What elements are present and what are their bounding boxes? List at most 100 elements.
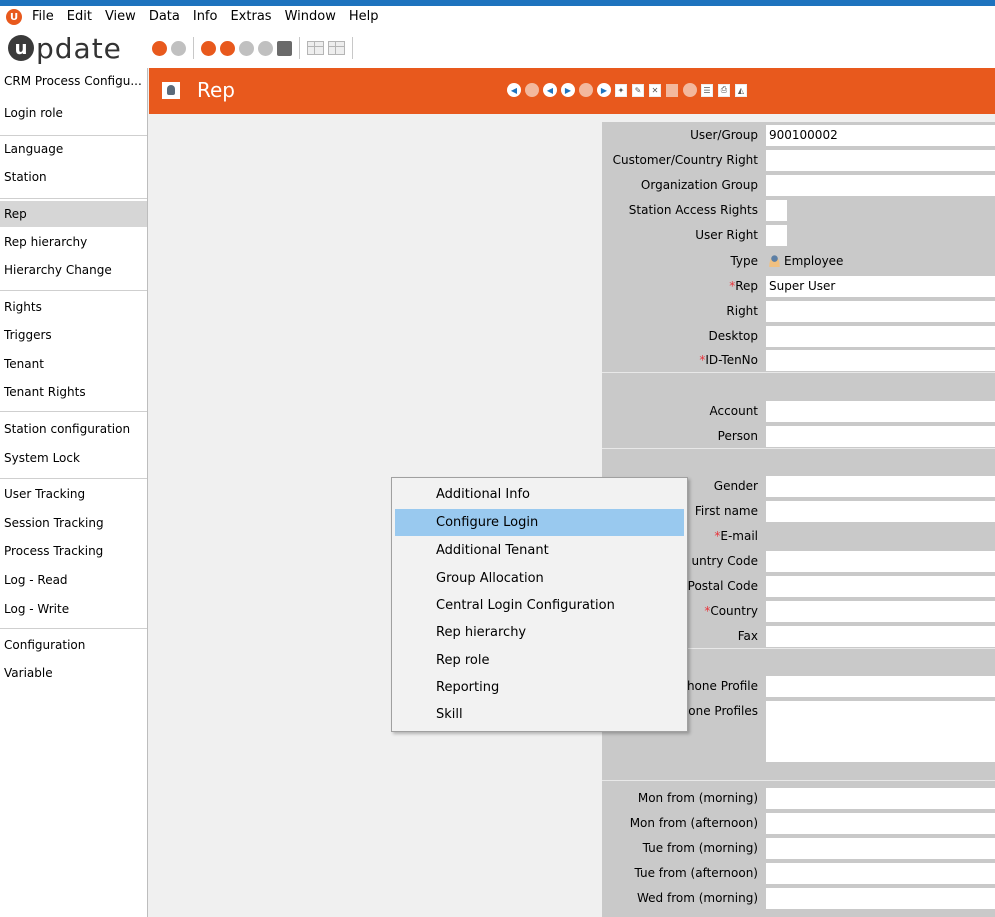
sidebar-item-tenant[interactable]: Tenant <box>0 351 147 377</box>
rep-user-icon <box>162 82 180 99</box>
country-code-input[interactable] <box>766 551 995 572</box>
menu-item-rep-hierarchy[interactable]: Rep hierarchy <box>395 619 684 646</box>
sidebar-item-language[interactable]: Language <box>0 136 147 162</box>
menu-help[interactable]: Help <box>343 6 386 28</box>
id-tenno-input[interactable] <box>766 350 995 371</box>
edit-record-icon[interactable]: ✎ <box>632 83 644 97</box>
desktop-input[interactable] <box>766 326 995 347</box>
next-page-icon[interactable]: ▶ <box>579 83 593 97</box>
prev-page-icon[interactable]: ◀ <box>525 83 539 97</box>
sidebar-item-rep[interactable]: Rep <box>0 201 147 227</box>
print-record-icon[interactable]: ⎙ <box>718 83 730 97</box>
fax-input[interactable] <box>766 626 995 647</box>
menu-item-additional-tenant[interactable]: Additional Tenant <box>395 537 684 564</box>
sidebar-item-variable[interactable]: Variable <box>0 660 147 686</box>
toolbar-separator <box>299 37 300 59</box>
menu-view[interactable]: View <box>99 6 143 28</box>
sidebar-item-configuration[interactable]: Configuration <box>0 632 147 658</box>
menu-edit[interactable]: Edit <box>61 6 99 28</box>
field-label: Wed from (morning) <box>637 891 758 905</box>
wed-morning-input[interactable] <box>766 888 995 909</box>
menu-item-rep-role[interactable]: Rep role <box>395 647 684 674</box>
sidebar-item-rep-hierarchy[interactable]: Rep hierarchy <box>0 229 147 255</box>
person-input[interactable] <box>766 426 995 447</box>
field-label: Tue from (afternoon) <box>634 866 759 880</box>
menu-file[interactable]: File <box>26 6 61 28</box>
print-icon[interactable] <box>277 40 292 56</box>
sidebar-item-tenant-rights[interactable]: Tenant Rights <box>0 379 147 405</box>
field-tue-morning: Tue from (morning) <box>602 837 995 859</box>
phone-profile-input[interactable] <box>766 676 995 697</box>
delete-record-icon[interactable]: ✕ <box>649 83 661 97</box>
sidebar-item-log-write[interactable]: Log - Write <box>0 596 147 622</box>
search-icon[interactable] <box>258 40 273 56</box>
field-label: User Right <box>695 228 758 242</box>
next-record-icon[interactable]: ▶ <box>561 83 575 97</box>
sidebar-item-hierarchy-change[interactable]: Hierarchy Change <box>0 257 147 283</box>
rep-input[interactable]: Super User <box>766 276 995 297</box>
menu-item-group-allocation[interactable]: Group Allocation <box>395 565 684 592</box>
first-record-icon[interactable]: ◀ <box>507 83 521 97</box>
sidebar-item-process-tracking[interactable]: Process Tracking <box>0 538 147 564</box>
mon-morning-input[interactable] <box>766 788 995 809</box>
save-record-icon[interactable]: ■ <box>666 83 678 97</box>
home-icon[interactable] <box>220 40 235 56</box>
postal-code-input[interactable] <box>766 576 995 597</box>
field-label: Mon from (morning) <box>637 791 758 805</box>
menu-item-configure-login[interactable]: Configure Login <box>395 509 684 536</box>
cancel-record-icon[interactable]: ● <box>683 83 697 97</box>
sidebar-item-station-configuration[interactable]: Station configuration <box>0 416 147 442</box>
prev-record-icon[interactable]: ◀ <box>543 83 557 97</box>
sidebar-item-log-read[interactable]: Log - Read <box>0 567 147 593</box>
menu-item-reporting[interactable]: Reporting <box>395 674 684 701</box>
customer-country-right-input[interactable] <box>766 150 995 171</box>
tue-afternoon-input[interactable] <box>766 863 995 884</box>
history-icon[interactable] <box>239 40 254 56</box>
sidebar-item-system-lock[interactable]: System Lock <box>0 445 147 471</box>
list-icon[interactable]: ☰ <box>701 83 713 97</box>
sidebar-item-station[interactable]: Station <box>0 164 147 190</box>
sidebar-item-rights[interactable]: Rights <box>0 294 147 320</box>
sidebar-item-login-role[interactable]: Login role <box>0 100 147 126</box>
menu-info[interactable]: Info <box>187 6 225 28</box>
mon-afternoon-input[interactable] <box>766 813 995 834</box>
new-record-icon[interactable]: ✦ <box>615 83 627 97</box>
menu-data[interactable]: Data <box>143 6 187 28</box>
sidebar-item-triggers[interactable]: Triggers <box>0 322 147 348</box>
form-section-divider <box>602 448 995 449</box>
refresh-icon[interactable] <box>201 40 216 56</box>
right-input[interactable] <box>766 301 995 322</box>
menu-extras[interactable]: Extras <box>224 6 278 28</box>
sidebar-item-user-tracking[interactable]: User Tracking <box>0 481 147 507</box>
user-group-input[interactable]: 900100002 <box>766 125 995 146</box>
field-mon-afternoon: Mon from (afternoon) <box>602 812 995 834</box>
menu-item-central-login-configuration[interactable]: Central Login Configuration <box>395 592 684 619</box>
organization-group-input[interactable] <box>766 175 995 196</box>
station-access-rights-checkbox[interactable] <box>766 200 787 221</box>
phone-profiles-textarea[interactable] <box>766 701 995 762</box>
tue-morning-input[interactable] <box>766 838 995 859</box>
field-id-tenno: *ID-TenNo <box>602 349 995 371</box>
back-icon[interactable] <box>152 40 167 56</box>
field-label: User/Group <box>690 128 758 142</box>
country-input[interactable] <box>766 601 995 622</box>
gender-input[interactable] <box>766 476 995 497</box>
field-label: Person <box>717 429 758 443</box>
last-record-icon[interactable]: ▶ <box>597 83 611 97</box>
forward-icon[interactable] <box>171 40 186 56</box>
sidebar-divider <box>0 411 147 412</box>
list-view-icon[interactable] <box>307 41 324 55</box>
sidebar-item-crm-process-config[interactable]: CRM Process Configu... <box>0 68 147 94</box>
type-value[interactable]: Employee <box>766 251 995 272</box>
email-field[interactable] <box>766 526 995 547</box>
menu-window[interactable]: Window <box>279 6 343 28</box>
split-view-icon[interactable] <box>328 41 345 55</box>
menu-item-additional-info[interactable]: Additional Info <box>395 481 684 508</box>
sidebar-item-session-tracking[interactable]: Session Tracking <box>0 510 147 536</box>
export-icon[interactable]: ◭ <box>735 83 747 97</box>
account-input[interactable] <box>766 401 995 422</box>
field-person: Person <box>602 425 995 447</box>
first-name-input[interactable] <box>766 501 995 522</box>
user-right-checkbox[interactable] <box>766 225 787 246</box>
menu-item-skill[interactable]: Skill <box>395 701 684 728</box>
